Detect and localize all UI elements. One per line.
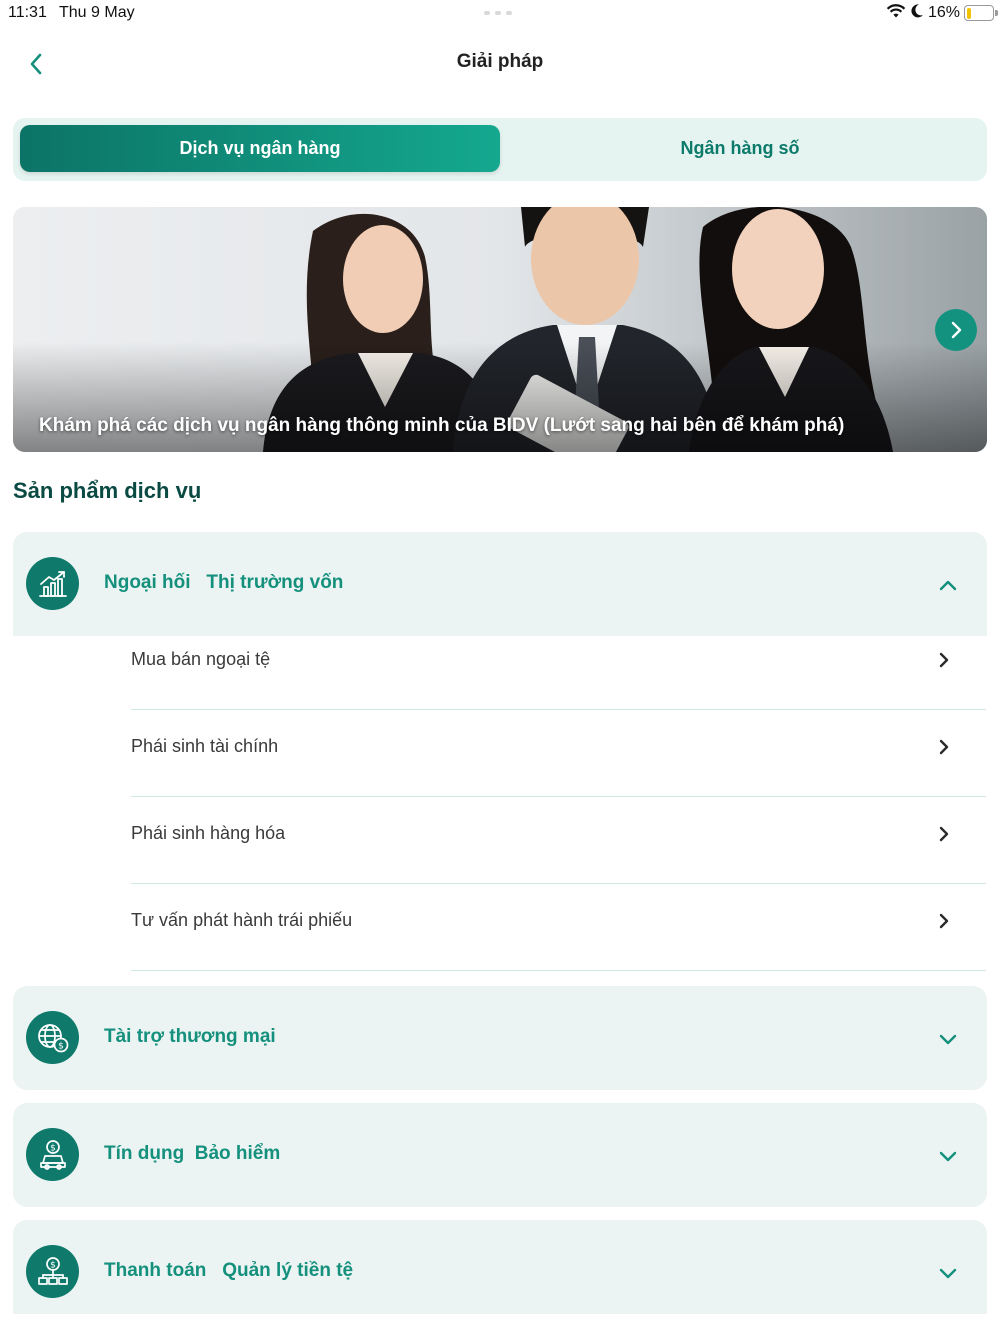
section-title: Sản phẩm dịch vụ <box>13 478 202 503</box>
status-date: Thu 9 May <box>59 4 135 21</box>
list-item-commodity-derivatives[interactable]: Phái sinh hàng hóa <box>131 797 986 884</box>
category-title: Thanh toán Quản lý tiền tệ <box>104 1260 354 1281</box>
globe-dollar-icon: $ <box>26 1011 79 1064</box>
category-payment-treasury[interactable]: $ Thanh toán Quản lý tiền tệ <box>13 1220 987 1314</box>
list-item-buy-sell-foreign-currency[interactable]: Mua bán ngoại tệ <box>131 623 986 710</box>
status-bar: 11:31 Thu 9 May 16% <box>0 0 1000 26</box>
status-time: 11:31 <box>8 4 47 21</box>
list-item-label: Phái sinh hàng hóa <box>131 823 286 843</box>
category-trade-finance[interactable]: $ Tài trợ thương mại <box>13 986 987 1090</box>
svg-text:$: $ <box>58 1041 64 1051</box>
svg-text:$: $ <box>50 1260 56 1270</box>
svg-text:$: $ <box>50 1143 56 1153</box>
chart-growth-icon <box>26 557 79 610</box>
category-title: Ngoại hối Thị trường vốn <box>104 572 344 593</box>
chevron-down-icon <box>935 1260 961 1286</box>
promo-banner[interactable]: Khám phá các dịch vụ ngân hàng thông min… <box>13 207 987 452</box>
chevron-down-icon <box>935 1026 961 1052</box>
car-dollar-icon: $ <box>26 1128 79 1181</box>
chevron-right-icon <box>951 321 962 339</box>
list-item-label: Mua bán ngoại tệ <box>131 649 271 669</box>
chevron-down-icon <box>935 1143 961 1169</box>
list-item-financial-derivatives[interactable]: Phái sinh tài chính <box>131 710 986 797</box>
page-title: Giải pháp <box>456 51 544 72</box>
chevron-up-icon <box>935 572 961 598</box>
status-indicators: 16% <box>886 3 998 24</box>
category-title: Tài trợ thương mại <box>104 1026 276 1047</box>
multitasking-dots-icon[interactable] <box>484 11 516 15</box>
chevron-right-icon <box>934 910 954 932</box>
banner-caption: Khám phá các dịch vụ ngân hàng thông min… <box>39 415 845 436</box>
category-forex-capital-market[interactable]: Ngoại hối Thị trường vốn <box>13 532 987 636</box>
list-item-label: Tư vấn phát hành trái phiếu <box>131 910 353 930</box>
list-item-label: Phái sinh tài chính <box>131 736 279 756</box>
category-credit-insurance[interactable]: $ Tín dụng Bảo hiểm <box>13 1103 987 1207</box>
segmented-tabs: Dịch vụ ngân hàng Ngân hàng số <box>13 118 987 181</box>
money-network-icon: $ <box>26 1245 79 1298</box>
banner-next-button[interactable] <box>935 309 977 351</box>
category-title: Tín dụng Bảo hiểm <box>104 1143 281 1164</box>
wifi-icon <box>886 3 906 24</box>
tab-banking-services[interactable]: Dịch vụ ngân hàng <box>20 125 500 172</box>
moon-icon <box>910 3 924 24</box>
battery-icon <box>964 5 998 21</box>
chevron-right-icon <box>934 823 954 845</box>
navigation-bar: Giải pháp <box>0 36 1000 90</box>
chevron-right-icon <box>934 649 954 671</box>
list-item-bond-issuance-advisory[interactable]: Tư vấn phát hành trái phiếu <box>131 884 986 971</box>
battery-level <box>966 7 971 19</box>
chevron-right-icon <box>934 736 954 758</box>
tab-digital-banking[interactable]: Ngân hàng số <box>500 125 980 172</box>
battery-percent: 16% <box>927 4 960 21</box>
